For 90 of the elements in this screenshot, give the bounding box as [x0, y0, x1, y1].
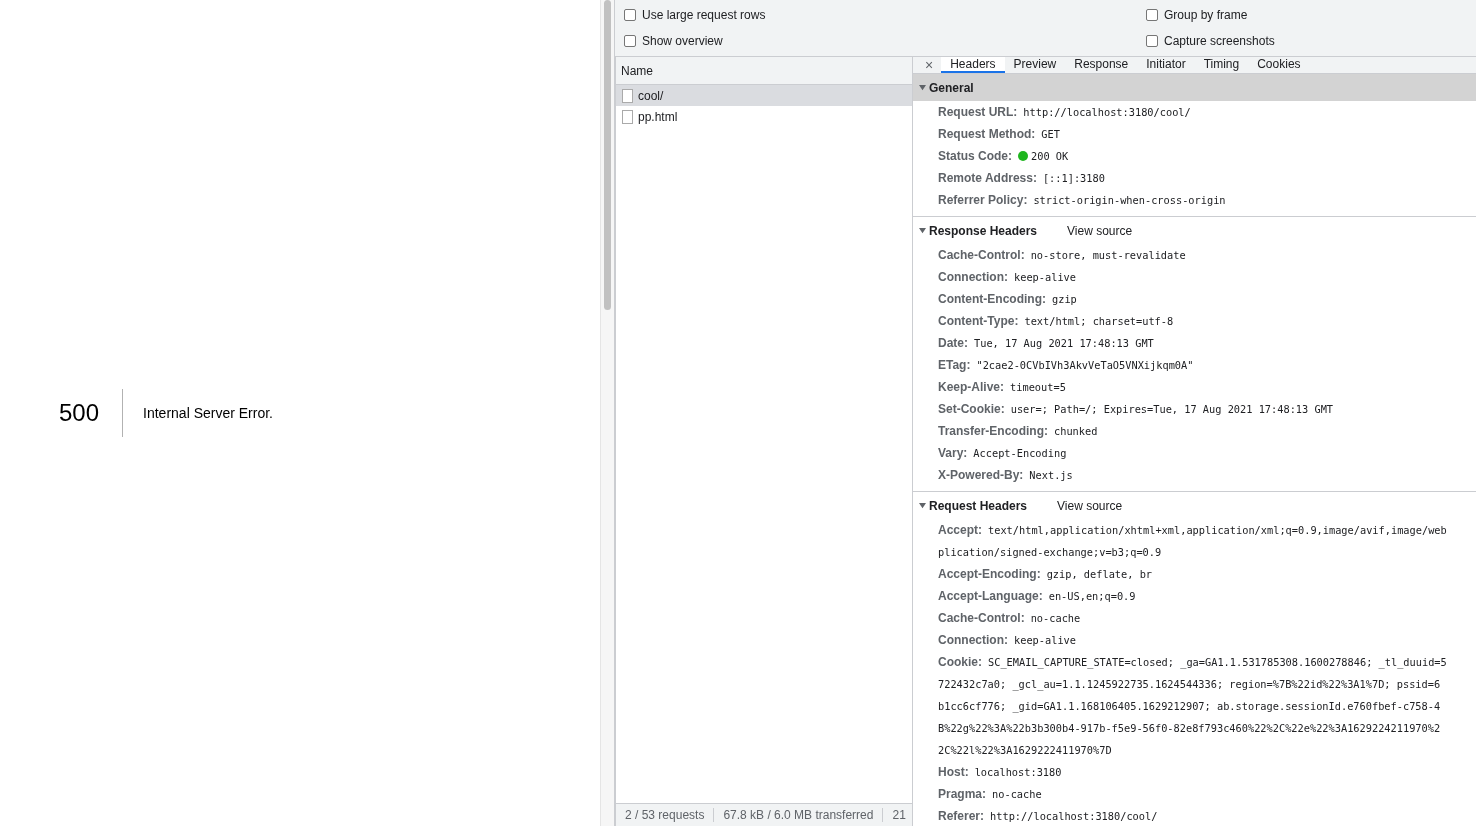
header-value: strict-origin-when-cross-origin — [1033, 194, 1226, 206]
section-header[interactable]: Request Headers View source — [913, 492, 1476, 519]
header-value: no-cache — [1030, 612, 1081, 624]
document-icon — [622, 88, 633, 103]
tab[interactable]: Headers — [941, 57, 1005, 73]
header-name: Referer: — [938, 809, 985, 823]
close-button[interactable]: × — [917, 57, 942, 73]
header-name: Content-Type: — [938, 314, 1019, 328]
header-name: Request Method: — [938, 127, 1036, 141]
tab[interactable]: Response — [1065, 57, 1138, 73]
header-value: localhost:3180 — [974, 766, 1062, 778]
header-value: no-cache — [992, 788, 1042, 800]
scrollbar[interactable] — [600, 0, 614, 826]
settings-checkbox[interactable]: Show overview — [624, 28, 1146, 54]
header-value: chunked — [1054, 425, 1098, 437]
header-name: Host: — [938, 765, 969, 779]
header-value: gzip — [1052, 293, 1077, 305]
expanded-triangle-icon[interactable] — [919, 502, 926, 509]
status-text: 21 — [883, 808, 912, 822]
header-name: Cookie: — [938, 655, 982, 669]
header-name: Request URL: — [938, 105, 1018, 119]
header-value: b1cc6cf776; _gid=GA1.1.168106405.1629212907; ab.storage.sessionId.e760fbef-c758-4 — [938, 700, 1441, 712]
header-value: [::1]:3180 — [1042, 172, 1105, 184]
header-value: keep-alive — [1014, 634, 1076, 646]
expanded-triangle-icon[interactable] — [919, 84, 926, 91]
header-name: ETag: — [938, 358, 971, 372]
header-name: Content-Encoding: — [938, 292, 1046, 306]
header-name: Connection: — [938, 633, 1008, 647]
header-value: 2C%22l%22%3A1629222411970%7D — [938, 744, 1112, 756]
document-icon — [622, 109, 633, 124]
section-title: General — [929, 80, 974, 95]
header-name: Accept: — [938, 523, 982, 537]
header-value: Next.js — [1029, 469, 1073, 481]
header-value: text/html,application/xhtml+xml,application/xml;q=0.9,image/avif,image/web — [988, 524, 1447, 536]
header-name: Transfer-Encoding: — [938, 424, 1048, 438]
header-value: no-store, must-revalidate — [1030, 249, 1186, 261]
tab[interactable]: Timing — [1194, 57, 1249, 73]
expanded-triangle-icon[interactable] — [919, 227, 926, 234]
error-message: Internal Server Error. — [142, 405, 273, 421]
header-name: Set-Cookie: — [938, 402, 1005, 416]
header-value: "2cae2-0CVbIVh3AkvVeTaO5VNXijkqm0A" — [976, 359, 1194, 371]
tab[interactable]: Initiator — [1137, 57, 1195, 73]
section-header[interactable]: Response Headers View source — [913, 217, 1476, 244]
header-name: Referrer Policy: — [938, 193, 1028, 207]
view-source-link[interactable]: View source — [1067, 223, 1133, 238]
error-code: 500 — [59, 389, 124, 437]
header-value: Tue, 17 Aug 2021 17:48:13 GMT — [974, 337, 1154, 349]
header-value: keep-alive — [1014, 271, 1076, 283]
header-name: Cache-Control: — [938, 248, 1025, 262]
header-value: en-US,en;q=0.9 — [1048, 590, 1136, 602]
tab[interactable]: Cookies — [1248, 57, 1310, 73]
header-value: http://localhost:3180/cool/ — [990, 810, 1158, 822]
header-name: Date: — [938, 336, 968, 350]
settings-checkbox[interactable]: Use large request rows — [624, 2, 1146, 28]
header-value: Accept-Encoding — [973, 447, 1067, 459]
header-name: Status Code: — [938, 149, 1012, 163]
section-title: Response Headers — [929, 223, 1038, 238]
request-row[interactable]: pp.html — [616, 106, 912, 127]
header-value: gzip, deflate, br — [1046, 568, 1153, 580]
settings-checkbox[interactable]: Group by frame — [1146, 2, 1476, 28]
header-value: timeout=5 — [1010, 381, 1066, 393]
view-source-link[interactable]: View source — [1057, 498, 1123, 513]
header-value: plication/signed-exchange;v=b3;q=0.9 — [938, 546, 1162, 558]
section-title: Request Headers — [929, 498, 1028, 513]
column-header[interactable]: Name — [616, 57, 912, 85]
settings-checkbox[interactable]: Capture screenshots — [1146, 28, 1476, 54]
header-value: SC_EMAIL_CAPTURE_STATE=closed; _ga=GA1.1.531785308.1600278846; _tl_duuid=5 — [988, 656, 1447, 668]
status-text: 2 / 53 requests — [616, 808, 715, 822]
header-value: 200 OK — [1031, 150, 1069, 162]
request-name: pp.html — [638, 109, 678, 124]
header-value: http://localhost:3180/cool/ — [1023, 106, 1191, 118]
section-header[interactable]: General — [913, 74, 1476, 101]
header-name: X-Powered-By: — [938, 468, 1024, 482]
header-value: B%22g%22%3A%22b3b300b4-917b-f5e9-56f0-82e8f793c460%22%2C%22e%22%3A1629224211970%2 — [938, 722, 1441, 734]
header-value: user=; Path=/; Expires=Tue, 17 Aug 2021 17:48:13 GMT — [1010, 403, 1334, 415]
header-value: text/html; charset=utf-8 — [1024, 315, 1174, 327]
header-name: Accept-Encoding: — [938, 567, 1041, 581]
header-name: Keep-Alive: — [938, 380, 1005, 394]
tab[interactable]: Preview — [1004, 57, 1066, 73]
header-name: Connection: — [938, 270, 1008, 284]
header-value: 722432c7a0; _gcl_au=1.1.1245922735.1624544336; region=%7B%22id%22%3A1%7D; pssid=6 — [938, 678, 1441, 690]
header-name: Remote Address: — [938, 171, 1037, 185]
header-name: Pragma: — [938, 787, 987, 801]
request-row[interactable]: cool/ — [616, 85, 912, 106]
header-name: Vary: — [938, 446, 968, 460]
header-value: GET — [1041, 128, 1060, 140]
header-name: Cache-Control: — [938, 611, 1025, 625]
request-name: cool/ — [638, 88, 664, 103]
status-text: 67.8 kB / 6.0 MB transferred — [714, 808, 884, 822]
header-name: Accept-Language: — [938, 589, 1043, 603]
